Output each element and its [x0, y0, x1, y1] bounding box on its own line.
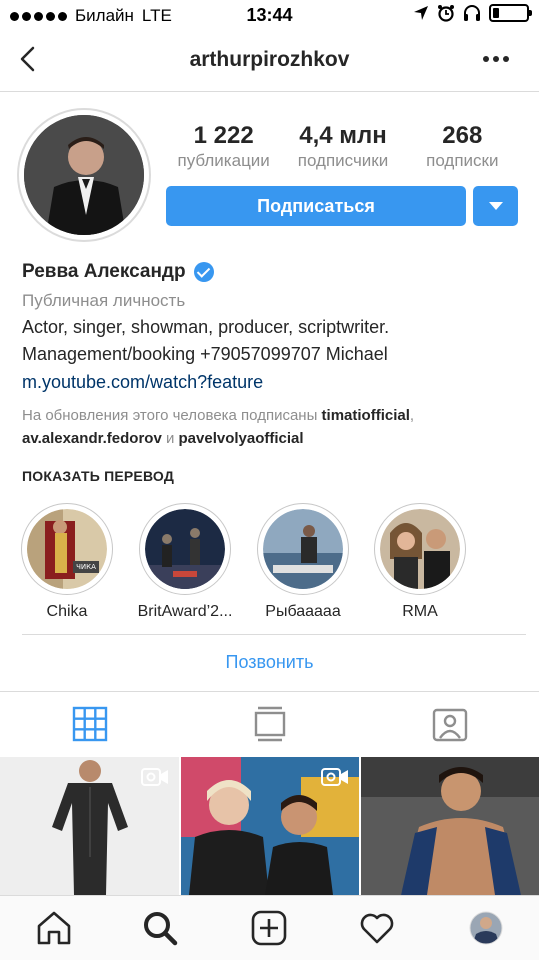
heart-icon[interactable] [359, 910, 395, 946]
stat-followers-label: подписчики [297, 151, 389, 170]
highlight-cover [380, 509, 460, 589]
stat-posts-count: 1 222 [193, 122, 254, 149]
post-image [361, 757, 539, 895]
alarm-icon [438, 5, 454, 22]
status-bar: Билайн LTE 13:44 [0, 0, 539, 30]
highlight-ring [374, 503, 466, 595]
followed-by-prefix: На обновления этого человека подписаны [22, 407, 322, 424]
highlight-label: RMA [402, 603, 438, 620]
followed-user-3[interactable]: pavelvolyaofficial [179, 430, 304, 447]
profile-link[interactable]: m.youtube.com/watch?feature [22, 368, 522, 396]
followed-user-2[interactable]: av.alexandr.fedorov [22, 430, 162, 447]
call-button[interactable]: Позвонить [0, 652, 539, 673]
follow-button[interactable]: Подписаться [166, 186, 466, 226]
highlight-item[interactable]: BritAward’2... [131, 503, 239, 621]
highlight-label: Рыбааааа [265, 603, 341, 620]
add-post-icon[interactable] [251, 910, 287, 946]
followed-separator: , [409, 407, 415, 424]
profile-name-row: Ревва Александр [22, 258, 522, 286]
feed-icon[interactable] [252, 706, 288, 742]
grid-icon[interactable] [72, 706, 108, 742]
profile-tabs [0, 692, 539, 756]
profile-avatar[interactable] [468, 910, 504, 946]
stat-posts[interactable]: 1 222 публикации [164, 122, 283, 172]
contact-divider [22, 634, 526, 635]
highlight-overlay-text: ЧИКА [76, 563, 96, 571]
highlight-cover [263, 509, 343, 589]
highlight-label: Chika [46, 603, 88, 620]
headphones-icon [464, 5, 480, 21]
followed-and: и [161, 430, 179, 447]
tagged-icon[interactable] [432, 706, 468, 742]
caret-down-icon [489, 202, 503, 210]
stat-following-label: подписки [426, 151, 499, 170]
profile-stats: 1 222 публикации 4,4 млн подписчики 268 … [164, 122, 522, 172]
profile-full-name: Ревва Александр [22, 261, 186, 282]
posts-grid [0, 757, 539, 895]
followed-user-1[interactable]: timatiofficial [322, 407, 410, 424]
profile-header: arthurpirozhkov [0, 30, 539, 92]
location-arrow-icon [414, 6, 428, 20]
stat-followers-count: 4,4 млн [299, 122, 387, 149]
followed-by-text[interactable]: На обновления этого человека подписаны t… [22, 404, 522, 450]
post-thumbnail[interactable] [0, 757, 179, 895]
suggested-dropdown-button[interactable] [473, 186, 518, 226]
battery-icon [489, 4, 532, 22]
highlight-ring: ЧИКА [21, 503, 113, 595]
show-translation-link[interactable]: ПОКАЗАТЬ ПЕРЕВОД [22, 468, 522, 484]
avatar-photo [24, 115, 144, 235]
video-icon [141, 768, 168, 786]
profile-username: arthurpirozhkov [189, 48, 350, 71]
highlight-ring [257, 503, 349, 595]
stat-following-count: 268 [442, 122, 483, 149]
status-right [413, 4, 532, 22]
highlight-label: BritAward’2... [137, 603, 233, 620]
battery-level [493, 8, 499, 18]
story-highlights: ЧИКА Chika BritAward’2... Рыбааааа RMA [0, 503, 539, 623]
verified-badge-icon [193, 262, 214, 282]
avatar[interactable] [24, 115, 144, 235]
post-thumbnail[interactable] [181, 757, 359, 895]
video-icon [321, 768, 348, 786]
highlight-item[interactable]: Рыбааааа [249, 503, 357, 621]
stat-followers[interactable]: 4,4 млн подписчики [283, 122, 402, 172]
bio-line-1: Actor, singer, showman, producer, script… [22, 317, 390, 337]
post-thumbnail[interactable] [361, 757, 539, 895]
bio-line-2: Management/booking +79057099707 Michael [22, 344, 388, 364]
stat-posts-label: публикации [177, 151, 270, 170]
highlight-item[interactable]: ЧИКА Chika [13, 503, 121, 621]
home-icon[interactable] [36, 910, 72, 946]
profile-bio: Ревва Александр Публичная личность Actor… [22, 258, 522, 484]
highlight-item[interactable]: RMA [366, 503, 474, 621]
highlight-cover [145, 509, 225, 589]
more-horizontal-icon[interactable] [483, 56, 513, 64]
highlight-ring [139, 503, 231, 595]
profile-category: Публичная личность [22, 291, 186, 310]
bottom-navigation [0, 895, 539, 960]
search-icon[interactable] [142, 910, 178, 946]
highlight-cover: ЧИКА [27, 509, 107, 589]
stat-following[interactable]: 268 подписки [403, 122, 522, 172]
